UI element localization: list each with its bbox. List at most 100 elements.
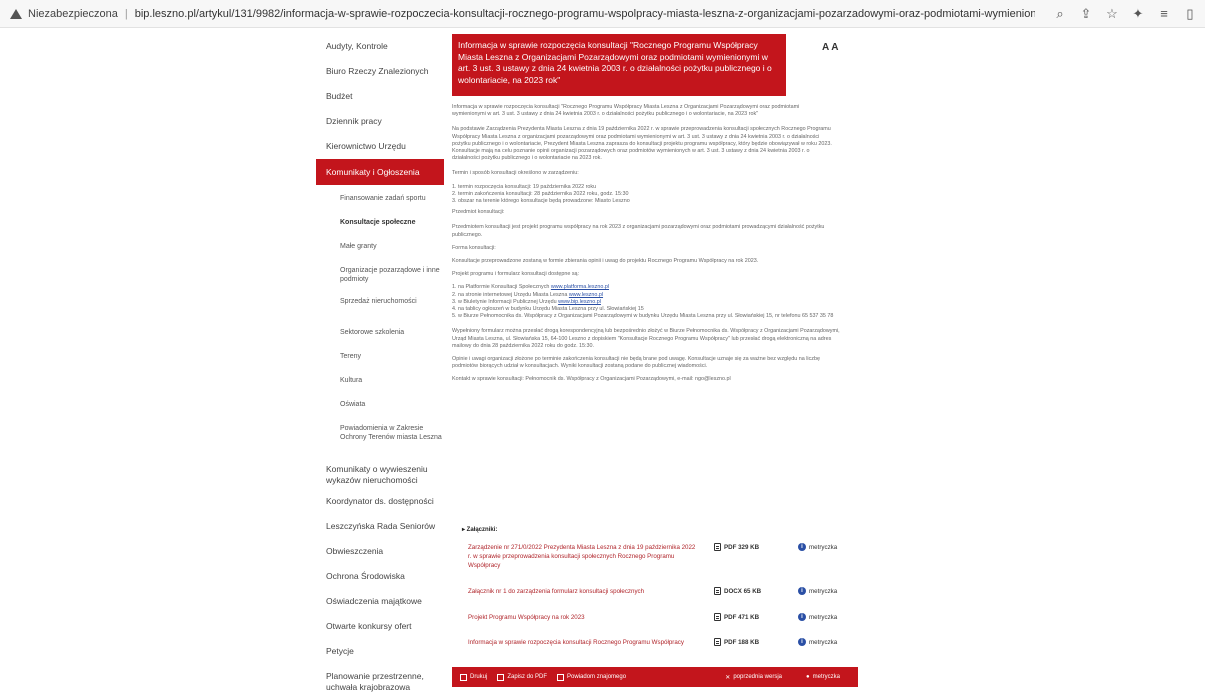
sidebar-item-konkursy[interactable]: Otwarte konkursy ofert [316, 621, 444, 646]
sidebar-item-planowanie[interactable]: Planowanie przestrzenne, uchwała krajobr… [316, 671, 444, 693]
attachment-row: Załącznik nr 1 do zarządzenia formularz … [468, 587, 858, 613]
sidebar-subitem-organizacje[interactable]: Organizacje pozarządowe i inne podmioty [316, 266, 444, 297]
sidebar-subitem-powiadomienia[interactable]: Powiadomienia w Zakresie Ochrony Terenów… [316, 424, 444, 464]
toolbar-metryczka-label: metryczka [812, 674, 840, 680]
notify-button[interactable]: Powiadom znajomego [557, 673, 627, 681]
article-title: Informacja w sprawie rozpoczęcia konsult… [452, 34, 786, 96]
zoom-icon[interactable]: ⌕ [1053, 6, 1067, 22]
print-icon [460, 673, 467, 681]
sidebar-subitem-kultura[interactable]: Kultura [316, 376, 444, 400]
sidebar-item-obwieszczenia[interactable]: Obwieszczenia [316, 546, 444, 571]
sidebar-subitem-konsultacje[interactable]: Konsultacje społeczne [316, 218, 444, 242]
platform-link[interactable]: www.platforma.leszno.pl [551, 284, 609, 290]
article-toolbar: Drukuj Zapisz do PDF Powiadom znajomego … [452, 667, 858, 687]
metryczka-label: metryczka [809, 587, 838, 595]
attachment-row: Projekt Programu Współpracy na rok 2023 … [468, 613, 858, 639]
info-icon: i [798, 587, 806, 595]
warning-icon [10, 8, 22, 19]
metryczka-button[interactable]: i metryczka [798, 613, 837, 621]
metryczka-label: metryczka [809, 638, 838, 646]
attachment-file[interactable]: PDF 188 KB [714, 638, 759, 646]
article-paragraph: Opinie i uwagi organizacji złożone po te… [452, 356, 820, 370]
sidebar-subitem-male-granty[interactable]: Małe granty [316, 242, 444, 266]
list-item: 1. na Platformie Konsultacji Społecznych… [452, 284, 846, 291]
article-paragraph: Przedmiotem konsultacji jest projekt pro… [452, 224, 825, 238]
article-paragraph: Na podstawie Zarządzenia Prezydenta Mias… [452, 126, 832, 162]
list-item-text: 1. na Platformie Konsultacji Społecznych [452, 284, 550, 291]
security-label: Niezabezpieczona [28, 7, 118, 20]
metryczka-button[interactable]: i metryczka [798, 587, 837, 595]
list-item: 1. termin rozpoczęcia konsultacji: 19 pa… [452, 183, 597, 190]
sidebar-item-budzet[interactable]: Budżet [316, 84, 444, 109]
sidebar-subitem-oswiata[interactable]: Oświata [316, 400, 444, 424]
website-link[interactable]: www.leszno.pl [569, 292, 603, 298]
attachment-file[interactable]: PDF 329 KB [714, 543, 759, 551]
attachment-link[interactable]: Projekt Programu Współpracy na rok 2023 [468, 613, 698, 622]
article-paragraph: Przedmiot konsultacji: [452, 209, 505, 216]
sidebar-item-petycje[interactable]: Petycje [316, 646, 444, 671]
list-item-text: 2. na stronie internetowej Urzędu Miasta… [452, 291, 568, 298]
article-paragraph: Konsultacje przeprowadzone zostaną w for… [452, 258, 759, 265]
list-item: 2. na stronie internetowej Urzędu Miasta… [452, 292, 846, 299]
previous-version-label: poprzednia wersja [733, 674, 783, 680]
previous-version-button[interactable]: ✕ poprzednia wersja [725, 674, 782, 681]
metryczka-button[interactable]: i metryczka [798, 638, 837, 646]
sidebar-item-oswiadczenia[interactable]: Oświadczenia majątkowe [316, 596, 444, 621]
article-paragraph: Forma konsultacji: [452, 244, 496, 251]
url-separator: | [124, 7, 128, 20]
sidebar-icon[interactable]: ▯ [1183, 6, 1197, 22]
sidebar-item-audyty[interactable]: Audyty, Kontrole [316, 34, 444, 59]
sidebar-item-komunikaty-wykazy[interactable]: Komunikaty o wywieszeniu wykazów nieruch… [316, 464, 444, 496]
sidebar-item-koordynator[interactable]: Koordynator ds. dostępności [316, 496, 444, 521]
notify-label: Powiadom znajomego [567, 674, 627, 680]
attachment-link[interactable]: Informacja w sprawie rozpoczęcia konsult… [468, 638, 698, 647]
info-icon: i [798, 543, 806, 551]
list-item: 3. obszar na terenie którego konsultacje… [452, 198, 630, 205]
metryczka-button[interactable]: i metryczka [798, 543, 837, 551]
save-pdf-label: Zapisz do PDF [507, 674, 548, 680]
save-pdf-button[interactable]: Zapisz do PDF [497, 673, 548, 681]
list-item-text: 3. w Biuletynie Informacji Publicznej Ur… [452, 298, 557, 305]
list-item: 5. w Biurze Pełnomocnika ds. Współpracy … [452, 313, 834, 320]
sidebar-item-biuro-rzeczy[interactable]: Biuro Rzeczy Znalezionych [316, 59, 444, 84]
docx-file-icon [714, 587, 721, 595]
info-icon: i [798, 613, 806, 621]
browser-address-bar[interactable]: Niezabezpieczona | bip.leszno.pl/artykul… [0, 0, 1205, 28]
share-icon[interactable]: ⇪ [1079, 6, 1093, 22]
info-icon: i [798, 638, 806, 646]
sidebar-item-dziennik[interactable]: Dziennik pracy [316, 109, 444, 134]
article-content: Informacja w sprawie rozpoczęcia konsult… [452, 34, 858, 384]
print-button[interactable]: Drukuj [460, 673, 488, 681]
extensions-icon[interactable]: ✦ [1131, 6, 1145, 22]
file-size: PDF 471 KB [724, 613, 760, 621]
attachment-row: Informacja w sprawie rozpoczęcia konsult… [468, 638, 858, 664]
sidebar-item-rada-seniorow[interactable]: Leszczyńska Rada Seniorów [316, 521, 444, 546]
terms-list: 1. termin rozpoczęcia konsultacji: 19 pa… [452, 184, 858, 206]
pdf-file-icon [714, 543, 721, 551]
sidebar-subitem-tereny[interactable]: Tereny [316, 352, 444, 376]
availability-list: 1. na Platformie Konsultacji Społecznych… [452, 284, 846, 320]
sidebar-item-ochrona[interactable]: Ochrona Środowiska [316, 571, 444, 596]
toolbar-metryczka-button[interactable]: ● metryczka [806, 674, 840, 681]
sidebar-item-komunikaty-active[interactable]: Komunikaty i Ogłoszenia [316, 159, 444, 185]
sidebar-subitem-sprzedaz[interactable]: Sprzedaż nieruchomości [316, 297, 444, 328]
list-item: 4. na tablicy ogłoszeń w budynku Urzędu … [452, 306, 644, 313]
print-label: Drukuj [470, 674, 488, 680]
star-icon[interactable]: ☆ [1105, 6, 1119, 22]
sidebar-item-kierownictwo[interactable]: Kierownictwo Urzędu [316, 134, 444, 159]
sidebar-subitem-finansowanie[interactable]: Finansowanie zadań sportu [316, 194, 444, 218]
reading-list-icon[interactable]: ≡ [1157, 6, 1171, 22]
attachment-link[interactable]: Załącznik nr 1 do zarządzenia formularz … [468, 587, 698, 596]
bip-link[interactable]: www.bip.leszno.pl [558, 299, 601, 305]
metryczka-label: metryczka [809, 613, 838, 621]
article-intro: Informacja w sprawie rozpoczęcia konsult… [452, 104, 800, 118]
sidebar-subitem-szkolenia[interactable]: Sektorowe szkolenia [316, 328, 444, 352]
security-indicator[interactable]: Niezabezpieczona [10, 8, 118, 20]
url-text[interactable]: bip.leszno.pl/artykul/131/9982/informacj… [135, 8, 1035, 20]
attachment-file[interactable]: PDF 471 KB [714, 613, 759, 621]
attachment-file[interactable]: DOCX 65 KB [714, 587, 761, 595]
file-size: PDF 329 KB [724, 543, 760, 551]
history-icon: ✕ [725, 674, 731, 681]
mail-icon [557, 673, 565, 681]
attachment-link[interactable]: Zarządzenie nr 271/0/2022 Prezydenta Mia… [468, 543, 698, 570]
